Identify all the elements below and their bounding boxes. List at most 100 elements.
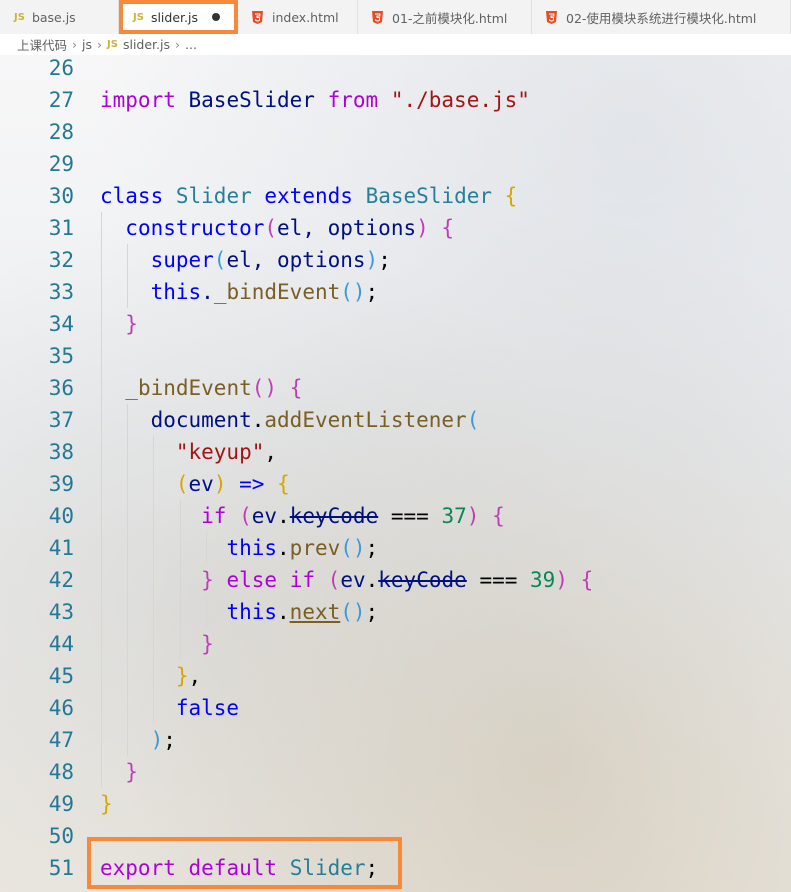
semicolon: ;: [365, 280, 379, 304]
paren: (: [175, 472, 189, 496]
code-line: 35: [0, 340, 791, 372]
tab-label: base.js: [31, 9, 76, 25]
breadcrumb-subfolder[interactable]: js: [82, 37, 92, 52]
tab-02-html[interactable]: 02-使用模块系统进行模块化.html: [532, 0, 791, 34]
code-text: constructor(el, options) {: [100, 212, 454, 244]
line-number: 42: [48, 568, 74, 592]
paren: (: [327, 568, 341, 592]
tab-label: index.html: [272, 9, 339, 25]
comma: ,: [264, 440, 278, 464]
code-line: 41 this.prev();: [0, 532, 791, 564]
html5-icon: [252, 10, 263, 24]
export-line-highlight: [87, 837, 402, 889]
paren: (: [213, 248, 227, 272]
identifier: BaseSlider: [188, 88, 315, 112]
string-literal: "./base.js": [390, 88, 530, 112]
code-editor[interactable]: 26 27 import BaseSlider from "./base.js"…: [0, 55, 791, 892]
code-text: } else if (ev.keyCode === 39) {: [100, 564, 593, 596]
line-number: 37: [48, 408, 74, 432]
chevron-right-icon: ›: [97, 37, 103, 52]
code-text: (ev) => {: [100, 468, 290, 500]
tab-label: 01-之前模块化.html: [392, 10, 508, 26]
code-line: 29: [0, 148, 791, 180]
brace: }: [125, 760, 138, 784]
dot: .: [365, 568, 379, 592]
code-text: document.addEventListener(: [100, 404, 480, 436]
this-keyword: this: [226, 600, 278, 624]
parameter: ev: [188, 472, 214, 496]
code-text: class Slider extends BaseSlider {: [100, 180, 517, 212]
this-keyword: this: [150, 280, 202, 304]
dot: .: [251, 408, 265, 432]
brace: {: [277, 472, 290, 496]
html5-icon: [546, 10, 557, 24]
dot: .: [277, 536, 290, 560]
code-text: super(el, options);: [100, 244, 391, 276]
editor-tab-bar: JS base.js JS slider.js index.html 01-之前…: [0, 0, 791, 35]
deprecated-property: keyCode: [378, 568, 467, 592]
line-number: 26: [48, 56, 74, 80]
line-number: 28: [48, 120, 74, 144]
identifier: ev: [340, 568, 366, 592]
this-keyword: this: [226, 536, 278, 560]
brace: {: [580, 568, 594, 592]
paren: (): [340, 600, 366, 624]
brace: }: [201, 568, 214, 592]
method-call[interactable]: next: [290, 600, 341, 624]
identifier: ev: [251, 504, 278, 528]
unsaved-changes-dot-icon[interactable]: [211, 13, 220, 21]
code-text: this.next();: [100, 596, 378, 628]
deprecated-property: keyCode: [289, 504, 379, 528]
code-text: }: [100, 788, 113, 820]
dot: .: [277, 504, 290, 528]
string-literal: "keyup": [175, 440, 265, 464]
line-number: 45: [48, 664, 74, 688]
if-keyword: if: [201, 504, 227, 528]
line-number: 49: [48, 792, 74, 816]
line-number: 40: [48, 504, 74, 528]
line-number: 35: [48, 344, 74, 368]
line-number: 46: [48, 696, 74, 720]
code-text: import BaseSlider from "./base.js": [100, 84, 530, 116]
arrow-operator: =>: [239, 472, 265, 496]
tab-01-html[interactable]: 01-之前模块化.html: [358, 0, 532, 34]
dot: .: [277, 600, 290, 624]
tab-label: slider.js: [150, 9, 198, 25]
code-line: 42 } else if (ev.keyCode === 39) {: [0, 564, 791, 596]
code-text: _bindEvent() {: [100, 372, 302, 404]
breadcrumb-file[interactable]: slider.js: [123, 37, 170, 52]
code-line: 30 class Slider extends BaseSlider {: [0, 180, 791, 212]
code-text: "keyup",: [100, 436, 277, 468]
line-number: 29: [48, 152, 74, 176]
code-line: 38 "keyup",: [0, 436, 791, 468]
html5-icon: [372, 10, 383, 24]
code-line: 39 (ev) => {: [0, 468, 791, 500]
line-number: 30: [48, 184, 74, 208]
tab-base-js[interactable]: JS base.js: [0, 0, 119, 34]
code-line: 46 false: [0, 692, 791, 724]
line-number: 51: [48, 856, 74, 880]
paren: (): [340, 280, 366, 304]
code-line: 40 if (ev.keyCode === 37) {: [0, 500, 791, 532]
paren: ): [466, 504, 480, 528]
arguments: el, options: [226, 248, 366, 272]
code-line: 47 );: [0, 724, 791, 756]
tab-index-html[interactable]: index.html: [238, 0, 358, 34]
tab-label: 02-使用模块系统进行模块化.html: [566, 10, 757, 26]
line-number: 44: [48, 632, 74, 656]
extends-keyword: extends: [264, 184, 353, 208]
paren: (: [239, 504, 252, 528]
paren: (: [466, 408, 480, 432]
code-line: 32 super(el, options);: [0, 244, 791, 276]
code-text: }: [100, 756, 138, 788]
line-number: 48: [48, 760, 74, 784]
line-number: 32: [48, 248, 74, 272]
brace: }: [175, 664, 189, 688]
tab-slider-js[interactable]: JS slider.js: [119, 0, 238, 34]
semicolon: ;: [365, 600, 379, 624]
breadcrumb-symbol[interactable]: ...: [185, 37, 197, 52]
constructor-keyword: constructor: [125, 216, 265, 240]
semicolon: ;: [163, 728, 176, 752]
else-keyword: else: [226, 568, 278, 592]
class-name: Slider: [175, 184, 252, 208]
